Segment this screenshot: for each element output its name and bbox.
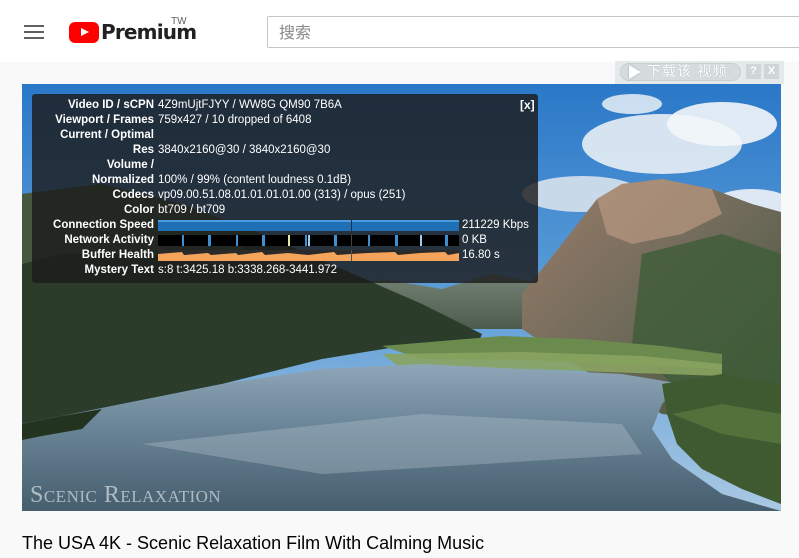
stats-for-nerds-panel: [x] Video ID / sCPN 4Z9mUjtFJYY / WW8G Q…: [32, 94, 538, 283]
stats-row-normalized: Normalized 100% / 99% (content loudness …: [32, 173, 538, 188]
stats-label: Network Activity: [64, 234, 154, 246]
stats-label: Connection Speed: [53, 219, 154, 231]
hamburger-menu-icon[interactable]: [24, 25, 44, 39]
stats-label: Color: [123, 204, 154, 216]
stats-value: 16.80 s: [462, 249, 500, 261]
download-helper-bar: 下载该 视频 ? X: [615, 61, 784, 84]
masthead: Premium TW: [0, 0, 799, 62]
stats-label: Viewport / Frames: [55, 114, 154, 126]
network-activity-graph: [158, 235, 459, 246]
stats-value: bt709 / bt709: [158, 204, 226, 216]
stats-label: Res: [132, 144, 154, 156]
stats-row-viewport: Viewport / Frames 759x427 / 10 dropped o…: [32, 113, 538, 128]
help-button[interactable]: ?: [746, 64, 761, 79]
stats-label: Buffer Health: [81, 249, 154, 261]
stats-row-color: Color bt709 / bt709: [32, 203, 538, 218]
channel-watermark: Scenic Relaxation: [30, 482, 222, 508]
stats-value: 4Z9mUjtFJYY / WW8G QM90 7B6A: [158, 99, 342, 111]
country-code: TW: [171, 16, 187, 27]
stats-label: Mystery Text: [84, 264, 154, 276]
download-video-label: 下载该 视频: [647, 64, 728, 80]
stats-row-res: Res 3840x2160@30 / 3840x2160@30: [32, 143, 538, 158]
stats-label: Volume /: [106, 159, 154, 171]
video-title: The USA 4K - Scenic Relaxation Film With…: [22, 533, 485, 553]
search-input[interactable]: [267, 16, 799, 48]
youtube-play-icon: [69, 21, 99, 43]
stats-value: 3840x2160@30 / 3840x2160@30: [158, 144, 331, 156]
stats-label: Video ID / sCPN: [67, 99, 154, 111]
stats-row-volume: Volume /: [32, 158, 538, 173]
stats-row-codecs: Codecs vp09.00.51.08.01.01.01.01.00 (313…: [32, 188, 538, 203]
stats-label: Current / Optimal: [60, 129, 154, 141]
stats-label: Codecs: [112, 189, 154, 201]
stats-value: vp09.00.51.08.01.01.01.01.00 (313) / opu…: [158, 189, 406, 201]
stats-value: 100% / 99% (content loudness 0.1dB): [158, 174, 352, 186]
download-video-button[interactable]: 下载该 视频: [620, 63, 741, 81]
connection-speed-graph: [158, 220, 459, 231]
buffer-health-graph: [158, 250, 459, 261]
stats-label: Normalized: [92, 174, 154, 186]
stats-row-connection-speed: Connection Speed 211229 Kbps: [32, 218, 538, 233]
stats-row-current-optimal: Current / Optimal: [32, 128, 538, 143]
close-helper-button[interactable]: X: [764, 64, 779, 79]
stats-value: s:8 t:3425.18 b:3338.268-3441.972: [158, 264, 338, 276]
stats-row-buffer-health: Buffer Health 16.80 s: [32, 248, 538, 263]
stats-row-network-activity: Network Activity 0 KB: [32, 233, 538, 248]
play-triangle-icon: [629, 65, 641, 79]
stats-row-mystery-text: Mystery Text s:8 t:3425.18 b:3338.268-34…: [32, 263, 538, 278]
stats-value: 759x427 / 10 dropped of 6408: [158, 114, 312, 126]
stats-row-video-id: Video ID / sCPN 4Z9mUjtFJYY / WW8G QM90 …: [32, 98, 538, 113]
stats-value: 211229 Kbps: [462, 219, 529, 231]
stats-value: 0 KB: [462, 234, 487, 246]
video-player[interactable]: Scenic Relaxation [x] Video ID / sCPN 4Z…: [22, 84, 781, 511]
